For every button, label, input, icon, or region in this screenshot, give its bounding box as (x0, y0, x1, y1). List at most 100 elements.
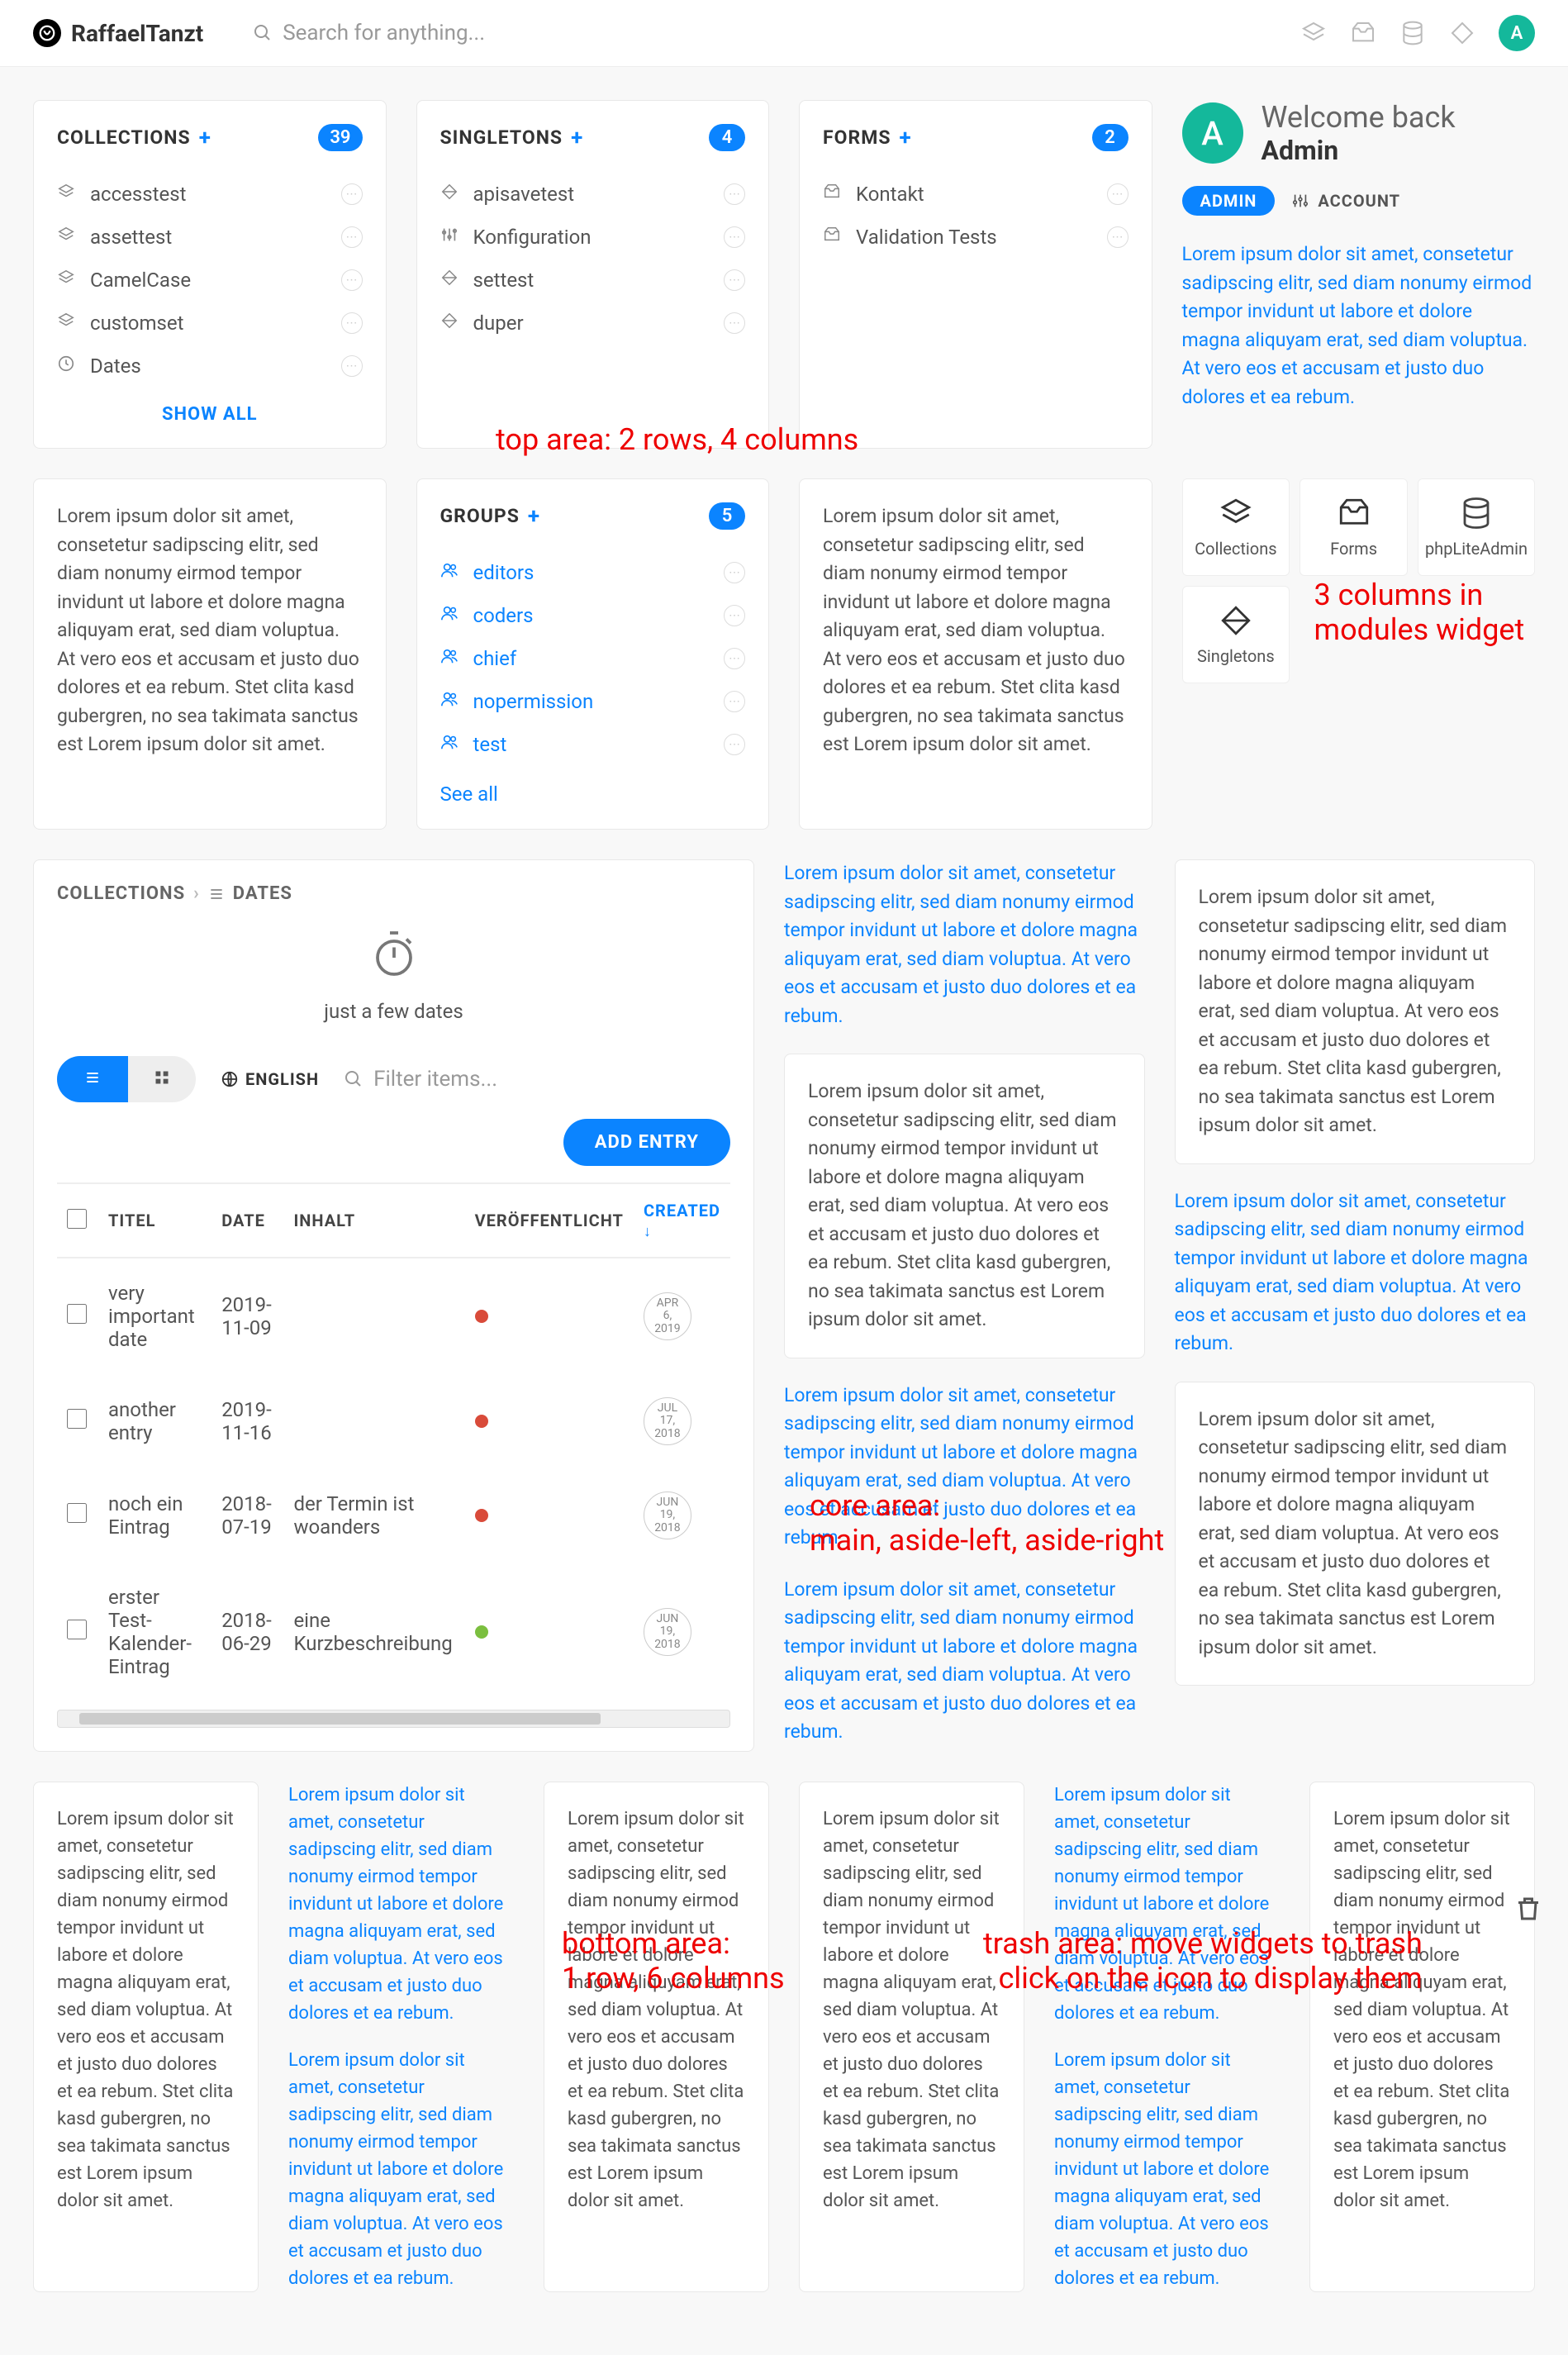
list-item[interactable]: Validation Tests ⋯ (823, 216, 1128, 259)
item-more-icon[interactable]: ⋯ (341, 226, 363, 248)
item-label: apisavetest (473, 183, 575, 206)
item-more-icon[interactable]: ⋯ (724, 691, 745, 712)
logo-icon[interactable] (33, 19, 61, 47)
list-item[interactable]: test⋯ (440, 723, 746, 766)
item-icon (440, 690, 462, 713)
diamond-icon[interactable] (1449, 20, 1475, 46)
list-item[interactable]: apisavetest ⋯ (440, 173, 746, 216)
list-item[interactable]: assettest ⋯ (57, 216, 363, 259)
table-row[interactable]: another entry 2019-11-16 JUL17,2018 (57, 1374, 730, 1468)
cell-titel: noch ein Eintrag (98, 1468, 211, 1563)
item-more-icon[interactable]: ⋯ (724, 562, 745, 583)
item-more-icon[interactable]: ⋯ (341, 312, 363, 334)
add-entry-button[interactable]: ADD ENTRY (563, 1119, 730, 1166)
cell-created: JUL17,2018 (634, 1374, 730, 1468)
trash-button[interactable] (1513, 1894, 1543, 1929)
breadcrumb[interactable]: COLLECTIONS › DATES (57, 883, 730, 904)
column-header[interactable]: CREATED↓ (634, 1183, 730, 1258)
table-row[interactable]: noch ein Eintrag 2018-07-19 der Termin i… (57, 1468, 730, 1563)
list-item[interactable]: editors⋯ (440, 551, 746, 594)
aside-block: Lorem ipsum dolor sit amet, consetetur s… (784, 1382, 1145, 1553)
list-item[interactable]: Konfiguration⋯ (440, 216, 746, 259)
list-view-button[interactable] (57, 1056, 128, 1102)
list-item[interactable]: Kontakt⋯ (823, 173, 1128, 216)
table-row[interactable]: very important date 2019-11-09 APR6,2019 (57, 1258, 730, 1374)
list-item[interactable]: accesstest ⋯ (57, 173, 363, 216)
brand-name[interactable]: RaffaelTanzt (71, 20, 203, 47)
table-row[interactable]: erster Test-Kalender-Eintrag 2018-06-29 … (57, 1563, 730, 1701)
global-search[interactable]: Search for anything... (253, 21, 485, 45)
module-tile[interactable]: phpLiteAdmin (1418, 478, 1535, 576)
column-header[interactable]: DATE (211, 1183, 283, 1258)
trash-icon (1513, 1894, 1543, 1924)
inbox-icon[interactable] (1350, 20, 1376, 46)
cell-published (465, 1374, 634, 1468)
grid-view-button[interactable] (128, 1056, 196, 1102)
top-area: COLLECTIONS + 39 accesstest⋯assettest⋯Ca… (33, 100, 1535, 830)
select-all-checkbox[interactable] (67, 1209, 87, 1229)
item-icon (57, 312, 78, 335)
list-item[interactable]: CamelCase ⋯ (57, 259, 363, 302)
list-item[interactable]: coders⋯ (440, 594, 746, 637)
core-area: COLLECTIONS › DATES just a few dates ENG… (33, 859, 1535, 1752)
row-checkbox[interactable] (67, 1409, 87, 1429)
item-more-icon[interactable]: ⋯ (724, 226, 745, 248)
user-avatar[interactable]: A (1499, 15, 1535, 51)
module-tile[interactable]: Singletons (1182, 586, 1290, 683)
column-header[interactable]: VERÖFFENTLICHT (465, 1183, 634, 1258)
aside-right: Lorem ipsum dolor sit amet, consetetur s… (1175, 859, 1536, 1752)
item-more-icon[interactable]: ⋯ (1107, 226, 1128, 248)
module-tile[interactable]: Collections (1182, 478, 1290, 576)
list-item[interactable]: nopermission⋯ (440, 680, 746, 723)
list-item[interactable]: Dates⋯ (57, 345, 363, 388)
add-collection-icon[interactable]: + (199, 126, 211, 150)
database-icon[interactable] (1399, 20, 1426, 46)
groups-see-all[interactable]: See all (440, 783, 746, 806)
list-item[interactable]: customset⋯ (57, 302, 363, 345)
add-group-icon[interactable]: + (528, 504, 539, 529)
column-header[interactable]: TITEL (98, 1183, 211, 1258)
item-label: settest (473, 269, 535, 292)
layers-icon[interactable] (1300, 20, 1327, 46)
row-checkbox[interactable] (67, 1620, 87, 1639)
list-icon (208, 886, 225, 902)
collections-count: 39 (318, 124, 362, 151)
item-more-icon[interactable]: ⋯ (724, 648, 745, 669)
list-item[interactable]: settest ⋯ (440, 259, 746, 302)
item-label: assettest (90, 226, 172, 249)
view-toggle[interactable] (57, 1056, 196, 1102)
horizontal-scrollbar[interactable] (57, 1710, 730, 1728)
forms-count: 2 (1092, 124, 1128, 151)
item-more-icon[interactable]: ⋯ (724, 734, 745, 755)
cell-inhalt: der Termin ist woanders (283, 1468, 464, 1563)
list-item[interactable]: chief⋯ (440, 637, 746, 680)
item-more-icon[interactable]: ⋯ (341, 269, 363, 291)
item-more-icon[interactable]: ⋯ (724, 269, 745, 291)
add-form-icon[interactable]: + (900, 126, 911, 150)
column-header[interactable]: INHALT (283, 1183, 464, 1258)
module-tile[interactable]: Forms (1300, 478, 1408, 576)
module-label: phpLiteAdmin (1425, 539, 1528, 559)
add-singleton-icon[interactable]: + (571, 126, 582, 150)
item-label: accesstest (90, 183, 187, 206)
bottom-block: Lorem ipsum dolor sit amet, consetetur s… (1054, 1782, 1280, 2292)
item-more-icon[interactable]: ⋯ (724, 312, 745, 334)
item-label: Validation Tests (856, 226, 997, 249)
item-label: CamelCase (90, 269, 191, 292)
admin-pill[interactable]: ADMIN (1182, 186, 1276, 216)
item-more-icon[interactable]: ⋯ (341, 183, 363, 205)
item-more-icon[interactable]: ⋯ (1107, 183, 1128, 205)
item-more-icon[interactable]: ⋯ (724, 605, 745, 626)
row-checkbox[interactable] (67, 1304, 87, 1324)
cell-date: 2019-11-09 (211, 1258, 283, 1374)
item-more-icon[interactable]: ⋯ (341, 355, 363, 377)
filter-input[interactable]: Filter items... (344, 1067, 730, 1092)
item-more-icon[interactable]: ⋯ (724, 183, 745, 205)
collections-show-all[interactable]: SHOW ALL (57, 404, 363, 425)
list-item[interactable]: duper⋯ (440, 302, 746, 345)
account-link[interactable]: ACCOUNT (1291, 191, 1400, 211)
entries-table: TITELDATEINHALTVERÖFFENTLICHTCREATED↓ ve… (57, 1182, 730, 1701)
language-selector[interactable]: ENGLISH (221, 1069, 319, 1089)
row-checkbox[interactable] (67, 1503, 87, 1523)
item-icon (823, 183, 844, 206)
